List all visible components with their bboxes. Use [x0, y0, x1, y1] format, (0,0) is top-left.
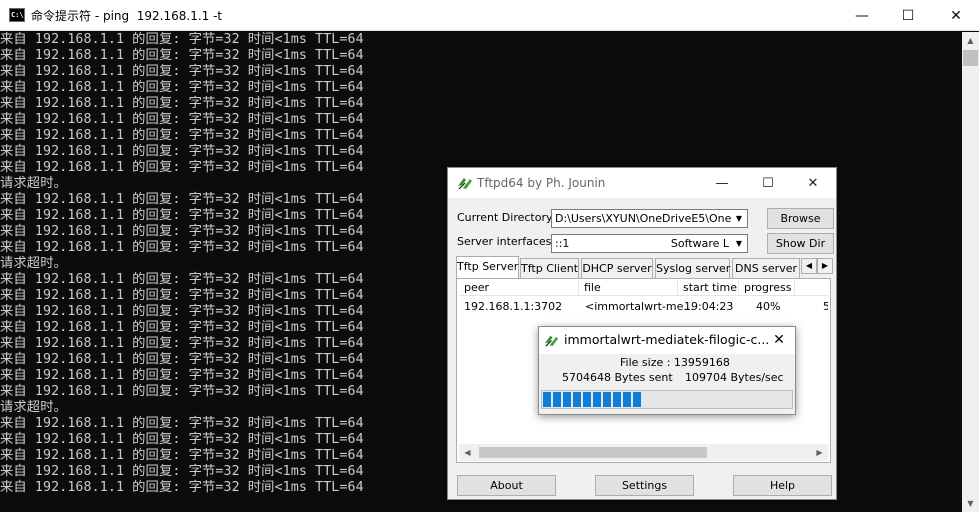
console-line: 来自 192.168.1.1 的回复: 字节=32 时间<1ms TTL=64 — [0, 64, 364, 79]
transfer-rate-text: 109704 Bytes/sec — [685, 371, 784, 384]
file-size-text: File size : 13959168 — [620, 356, 730, 369]
row-peer[interactable]: 192.168.1.1:3702 — [464, 300, 562, 313]
console-line: 来自 192.168.1.1 的回复: 字节=32 时间<1ms TTL=64 — [0, 128, 364, 143]
column-header-file[interactable]: file — [579, 280, 678, 296]
scroll-down-icon[interactable]: ▼ — [962, 495, 979, 512]
progress-segment — [603, 392, 611, 407]
tftpd-logo-icon — [544, 335, 559, 347]
tftpd-logo-icon — [458, 178, 472, 190]
progress-segment — [563, 392, 571, 407]
console-line: 来自 192.168.1.1 的回复: 字节=32 时间<1ms TTL=64 — [0, 48, 364, 63]
show-dir-button[interactable]: Show Dir — [767, 233, 834, 254]
tab-scroll-right-icon[interactable]: ▶ — [817, 258, 833, 274]
column-header-extra — [795, 280, 828, 296]
scroll-up-icon[interactable]: ▲ — [962, 32, 979, 49]
current-directory-label: Current Directory — [457, 211, 553, 224]
transfer-progress-fill — [543, 392, 641, 407]
console-scrollbar[interactable]: ▲ ▼ — [962, 32, 979, 512]
settings-button[interactable]: Settings — [595, 475, 694, 496]
console-line: 来自 192.168.1.1 的回复: 字节=32 时间<1ms TTL=64 — [0, 80, 364, 95]
console-minimize-button[interactable]: — — [839, 0, 885, 31]
console-close-button[interactable]: ✕ — [933, 0, 979, 31]
console-titlebar[interactable]: C:\. 命令提示符 - ping 192.168.1.1 -t — ☐ ✕ — [0, 0, 979, 31]
tab-tftp-client[interactable]: Tftp Client — [520, 258, 579, 278]
console-line: 来自 192.168.1.1 的回复: 字节=32 时间<1ms TTL=64 — [0, 96, 364, 111]
tab-scroll-left-icon[interactable]: ◀ — [801, 258, 817, 274]
tab-scroll-buttons: ◀ ▶ — [801, 258, 835, 274]
row-progress[interactable]: 40% — [756, 300, 780, 313]
column-header-start-time[interactable]: start time — [678, 280, 739, 296]
tftpd-minimize-button[interactable]: — — [699, 168, 745, 198]
console-line: 来自 192.168.1.1 的回复: 字节=32 时间<1ms TTL=64 — [0, 112, 364, 127]
server-interfaces-adapter: Software L — [670, 237, 729, 250]
tftpd-close-button[interactable]: ✕ — [790, 168, 836, 198]
tftpd-maximize-button[interactable]: ☐ — [745, 168, 791, 198]
list-hscrollbar[interactable]: ◀ ▶ — [459, 444, 828, 461]
console-line: 来自 192.168.1.1 的回复: 字节=32 时间<1ms TTL=64 — [0, 144, 364, 159]
column-header-peer[interactable]: peer — [459, 280, 579, 296]
row-file[interactable]: <immortalwrt-me... — [585, 300, 694, 313]
console-scroll-thumb[interactable] — [963, 50, 978, 66]
tab-dns-server[interactable]: DNS server — [732, 258, 800, 278]
help-button[interactable]: Help — [733, 475, 832, 496]
tab-syslog-server[interactable]: Syslog server — [655, 258, 730, 278]
console-line: 来自 192.168.1.1 的回复: 字节=32 时间<1ms TTL=64 — [0, 32, 364, 47]
transfer-dialog-titlebar[interactable]: immortalwrt-mediatek-filogic-c... ✕ — [539, 327, 795, 354]
about-button[interactable]: About — [457, 475, 556, 496]
transfer-dialog-title: immortalwrt-mediatek-filogic-c... — [564, 332, 770, 347]
progress-segment — [543, 392, 551, 407]
tab-dhcp-server[interactable]: DHCP server — [581, 258, 653, 278]
progress-segment — [593, 392, 601, 407]
progress-segment — [623, 392, 631, 407]
server-interfaces-label: Server interfaces — [457, 235, 552, 248]
tftpd-titlebar[interactable]: Tftpd64 by Ph. Jounin — ☐ ✕ — [448, 168, 836, 198]
console-maximize-button[interactable]: ☐ — [885, 0, 931, 31]
progress-segment — [553, 392, 561, 407]
server-interfaces-combo[interactable]: ::1 Software L ▼ — [551, 234, 748, 253]
tab-tftp-server[interactable]: Tftp Server — [456, 256, 519, 279]
browse-button[interactable]: Browse — [767, 208, 834, 229]
current-directory-value: D:\Users\XYUN\OneDriveE5\OneDr — [555, 212, 745, 225]
transfer-progress-dialog: immortalwrt-mediatek-filogic-c... ✕ File… — [538, 326, 796, 415]
progress-segment — [583, 392, 591, 407]
chevron-down-icon[interactable]: ▼ — [731, 235, 747, 252]
scroll-left-icon[interactable]: ◀ — [459, 444, 476, 461]
console-window-title: 命令提示符 - ping 192.168.1.1 -t — [31, 9, 223, 23]
list-hscroll-thumb[interactable] — [479, 447, 707, 458]
scroll-right-icon[interactable]: ▶ — [811, 444, 828, 461]
progress-segment — [633, 392, 641, 407]
tftpd-window-title: Tftpd64 by Ph. Jounin — [477, 176, 606, 190]
row-extra: 5 — [823, 300, 828, 313]
cmd-app-icon: C:\. — [9, 8, 28, 22]
progress-segment — [573, 392, 581, 407]
bytes-sent-text: 5704648 Bytes sent — [562, 371, 673, 384]
close-icon[interactable]: ✕ — [767, 329, 791, 351]
transfer-progress-bar — [541, 390, 793, 409]
column-header-progress[interactable]: progress — [739, 280, 795, 296]
chevron-down-icon[interactable]: ▼ — [731, 210, 747, 227]
progress-segment — [613, 392, 621, 407]
server-interfaces-value: ::1 — [555, 237, 570, 250]
row-start-time[interactable]: 19:04:23 — [684, 300, 733, 313]
current-directory-combo[interactable]: D:\Users\XYUN\OneDriveE5\OneDr ▼ — [551, 209, 748, 228]
